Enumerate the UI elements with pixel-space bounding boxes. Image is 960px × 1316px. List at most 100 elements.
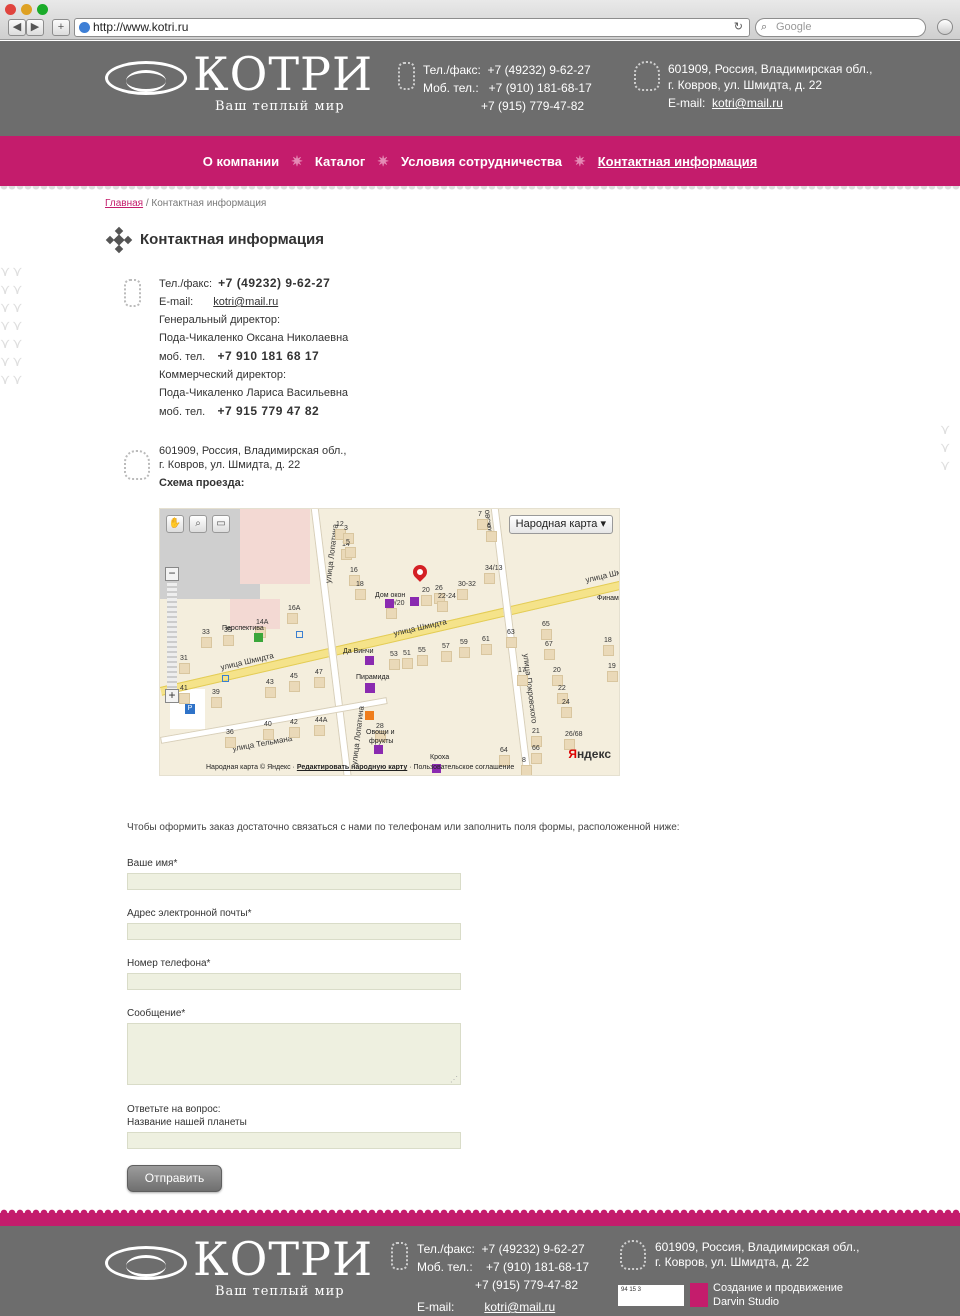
zoom-window-icon[interactable] bbox=[37, 4, 48, 15]
captcha-input[interactable] bbox=[127, 1132, 461, 1149]
header-email-link[interactable]: kotri@mail.ru bbox=[712, 96, 783, 110]
address-bar[interactable]: http://www.kotri.ru ↻ bbox=[74, 18, 750, 37]
footer-logo-name: КОТРИ bbox=[193, 1232, 374, 1286]
map-building-number: 21 bbox=[532, 728, 540, 735]
map-building-number: 42 bbox=[290, 719, 298, 726]
map-shop-icon[interactable] bbox=[385, 599, 394, 608]
map-shop-icon[interactable] bbox=[365, 683, 375, 693]
captcha-question: Название нашей планеты bbox=[127, 1117, 247, 1128]
header-phone-label: Тел./факс: bbox=[423, 63, 481, 77]
map-edit-link[interactable]: Редактировать народную карту bbox=[297, 764, 407, 771]
email-link[interactable]: kotri@mail.ru bbox=[213, 296, 278, 308]
map-building bbox=[459, 647, 470, 658]
nav-terms[interactable]: Условия сотрудничества bbox=[391, 154, 572, 169]
submit-button[interactable]: Отправить bbox=[127, 1165, 222, 1192]
map-building bbox=[517, 675, 528, 686]
map-ruler-tool-icon[interactable]: ▭ bbox=[212, 515, 230, 533]
breadcrumb-home-link[interactable]: Главная bbox=[105, 198, 143, 209]
map-building-number: 64 bbox=[500, 747, 508, 754]
map-building bbox=[289, 681, 300, 692]
map-agreement-link[interactable]: · Пользовательское соглашение bbox=[407, 764, 514, 771]
email-input[interactable] bbox=[127, 923, 461, 940]
map-street-label: улица Лопатина bbox=[349, 705, 366, 766]
contact-details: Тел./факс: +7 (49232) 9-62-27 E-mail: kot… bbox=[159, 274, 348, 421]
footer-mobile-label: Моб. тел.: bbox=[417, 1260, 473, 1274]
map-building bbox=[201, 637, 212, 648]
map-building-number: 43 bbox=[266, 679, 274, 686]
map-zoom-slider[interactable] bbox=[167, 581, 177, 689]
map-building-number: 7 bbox=[478, 511, 482, 518]
email-label: E-mail: bbox=[159, 296, 194, 308]
site-logo[interactable]: КОТРИ Ваш теплый мир bbox=[105, 49, 372, 123]
map-bus-stop-icon[interactable] bbox=[296, 631, 303, 638]
map-building-number: 26/68 bbox=[565, 731, 583, 738]
map-building bbox=[457, 589, 468, 600]
map-copyright: Народная карта © Яндекс · Редактировать … bbox=[206, 764, 514, 771]
search-field[interactable]: ⌕ Google bbox=[755, 18, 926, 37]
studio-link[interactable]: Создание и продвижение bbox=[713, 1281, 843, 1295]
name-input[interactable] bbox=[127, 873, 461, 890]
map-building-number: 5 bbox=[346, 539, 350, 546]
map-building-number: 41 bbox=[180, 685, 188, 692]
footer-logo[interactable]: КОТРИ Ваш теплый мир bbox=[105, 1234, 372, 1308]
nav-about[interactable]: О компании bbox=[193, 154, 289, 169]
header-mobile-1: +7 (910) 181-68-17 bbox=[488, 81, 592, 95]
resize-handle-icon[interactable]: ⋰ bbox=[450, 1075, 458, 1084]
map-building-number: 22-24 bbox=[438, 593, 456, 600]
map-shop-icon[interactable] bbox=[374, 745, 383, 754]
map-zoom-in-button[interactable]: + bbox=[165, 689, 179, 703]
add-bookmark-button[interactable]: + bbox=[52, 19, 70, 36]
map-building bbox=[345, 547, 356, 558]
footer-email-link[interactable]: kotri@mail.ru bbox=[484, 1300, 555, 1314]
gd-mobile: +7 910 181 68 17 bbox=[217, 349, 320, 363]
map-building-number: 18 bbox=[356, 581, 364, 588]
yandex-map[interactable]: улица Шмидта улица Шмидта улица Шми улиц… bbox=[159, 508, 620, 776]
darvin-studio-logo-icon[interactable] bbox=[690, 1283, 708, 1307]
map-store-icon[interactable] bbox=[365, 711, 374, 720]
downloads-icon[interactable] bbox=[937, 19, 953, 35]
map-building bbox=[211, 697, 222, 708]
map-zoom-out-button[interactable]: − bbox=[165, 567, 179, 581]
map-building bbox=[544, 649, 555, 660]
map-building-number: 6 bbox=[487, 523, 491, 530]
message-textarea[interactable]: ⋰ bbox=[127, 1023, 461, 1085]
reload-icon[interactable]: ↻ bbox=[734, 19, 743, 36]
map-bus-stop-icon[interactable] bbox=[222, 675, 229, 682]
logo-slogan: Ваш теплый мир bbox=[215, 99, 345, 114]
map-building-number: 3 bbox=[344, 525, 348, 532]
map-shop-icon[interactable] bbox=[410, 597, 419, 606]
map-parking-icon[interactable]: P bbox=[185, 704, 195, 714]
map-building bbox=[561, 707, 572, 718]
map-magnifier-tool-icon[interactable]: ⌕ bbox=[189, 515, 207, 533]
phone-icon bbox=[391, 1242, 408, 1270]
side-pattern-left: ⋎⋎ ⋎⋎ ⋎⋎ ⋎⋎ ⋎⋎ ⋎⋎ ⋎⋎ bbox=[0, 263, 25, 387]
page-title: Контактная информация bbox=[140, 231, 325, 248]
map-pharmacy-icon[interactable] bbox=[254, 633, 263, 642]
map-building-number: 45 bbox=[290, 673, 298, 680]
studio-credit[interactable]: Создание и продвижение Darvin Studio bbox=[713, 1281, 843, 1309]
phone-input[interactable] bbox=[127, 973, 461, 990]
map-building-number: 12 bbox=[336, 521, 344, 528]
visit-counter[interactable]: 94 15 3 bbox=[618, 1285, 684, 1306]
map-building bbox=[484, 573, 495, 584]
map-building-number: 31 bbox=[180, 655, 188, 662]
search-icon: ⌕ bbox=[761, 21, 768, 33]
close-window-icon[interactable] bbox=[5, 4, 16, 15]
nav-catalog[interactable]: Каталог bbox=[305, 154, 375, 169]
map-type-dropdown[interactable]: Народная карта ▾ bbox=[508, 515, 613, 534]
nav-contacts[interactable]: Контактная информация bbox=[588, 154, 767, 169]
map-poi-label: Финам bbox=[597, 595, 619, 602]
back-button[interactable]: ◀ bbox=[8, 19, 26, 36]
map-hand-tool-icon[interactable]: ✋ bbox=[166, 515, 184, 533]
footer-address: 601909, Россия, Владимирская обл., г. Ко… bbox=[655, 1240, 859, 1270]
footer-mobile-2: +7 (915) 779-47-82 bbox=[475, 1278, 579, 1292]
header-phones: Тел./факс: +7 (49232) 9-62-27 Моб. тел.:… bbox=[423, 61, 592, 115]
forward-button[interactable]: ▶ bbox=[26, 19, 44, 36]
map-shop-icon[interactable] bbox=[365, 656, 374, 665]
map-zoom-control[interactable]: − + bbox=[165, 567, 179, 703]
map-location-pin-icon[interactable] bbox=[410, 562, 430, 582]
map-building-number: 18 bbox=[604, 637, 612, 644]
map-building bbox=[421, 595, 432, 606]
browser-toolbar: ◀ ▶ + http://www.kotri.ru ↻ ⌕ Google bbox=[0, 0, 960, 40]
minimize-window-icon[interactable] bbox=[21, 4, 32, 15]
